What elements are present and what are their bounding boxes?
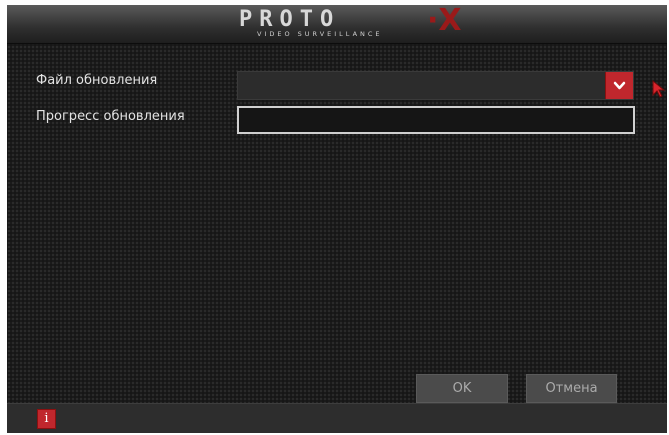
update-file-dropdown-button[interactable] — [605, 72, 633, 99]
update-dialog: PROTO ·X VIDEO SURVEILLANCE Файл обновле… — [7, 5, 667, 433]
update-file-label: Файл обновления — [36, 73, 158, 88]
update-progress-label: Прогресс обновления — [36, 109, 185, 124]
cancel-button[interactable]: Отмена — [526, 374, 617, 403]
logo-subtitle: VIDEO SURVEILLANCE — [257, 30, 383, 38]
chevron-down-icon — [613, 81, 626, 90]
ok-button[interactable]: OK — [416, 374, 508, 403]
logo-mark: ·X — [427, 5, 462, 38]
update-file-select[interactable] — [237, 71, 634, 100]
update-progress-bar — [237, 106, 635, 134]
header-bar: PROTO ·X VIDEO SURVEILLANCE — [7, 5, 667, 44]
info-icon[interactable]: i — [37, 409, 56, 429]
brand-logo: PROTO ·X VIDEO SURVEILLANCE — [227, 5, 467, 41]
status-bar: i — [7, 403, 667, 433]
mouse-pointer-icon — [652, 79, 666, 98]
